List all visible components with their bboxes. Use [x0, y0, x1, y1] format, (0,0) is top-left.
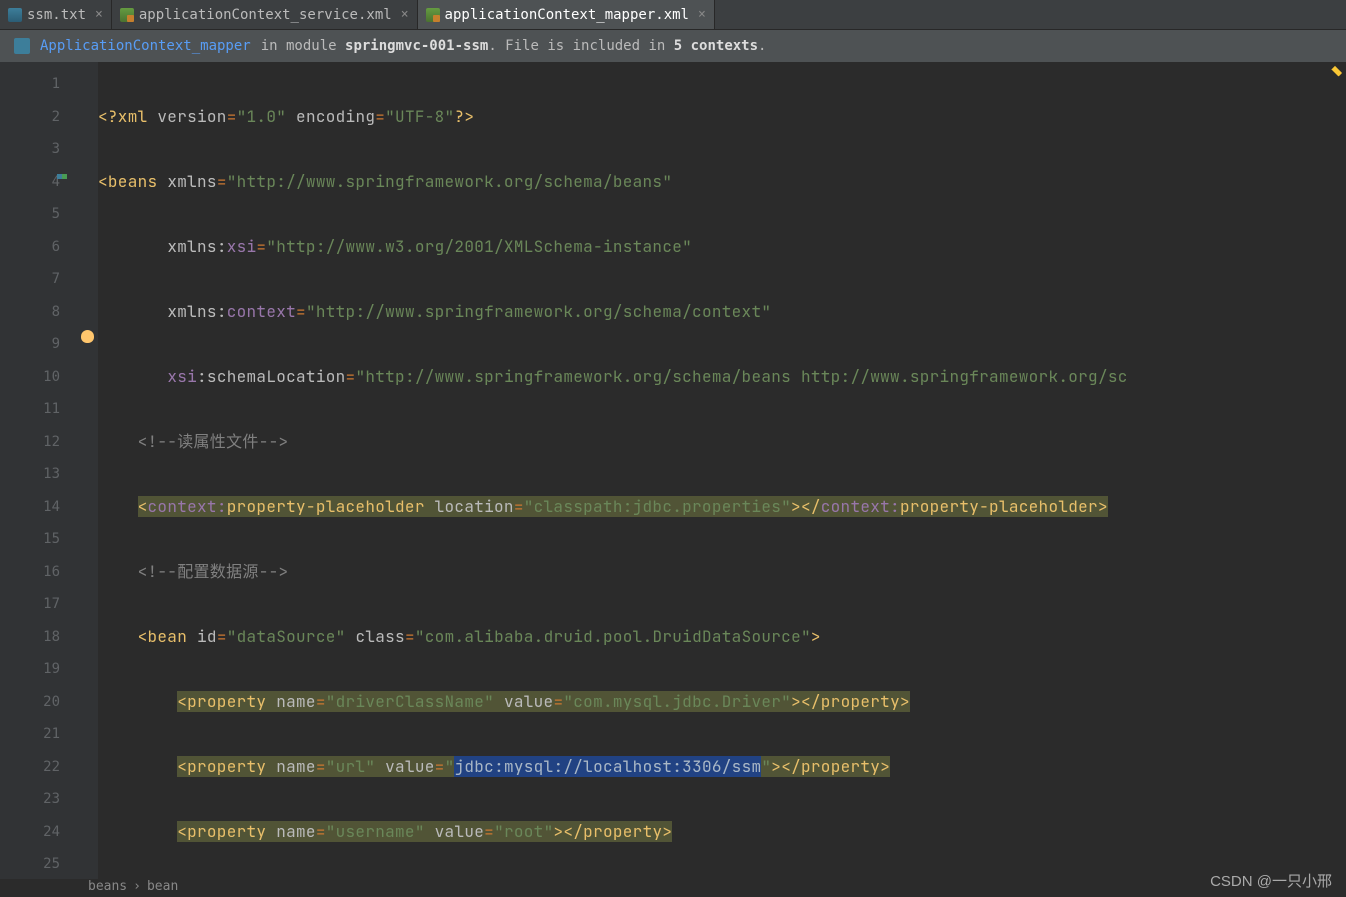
- tab-ssm-txt[interactable]: ssm.txt ×: [0, 0, 112, 29]
- watermark: CSDN @一只小邢: [1210, 870, 1332, 891]
- code-line: <context:property-placeholder location="…: [98, 491, 1346, 524]
- code-line: <property name="driverClassName" value="…: [98, 686, 1346, 719]
- code-line: <property name="username" value="root"><…: [98, 816, 1346, 849]
- gutter-icon-column: [78, 62, 98, 879]
- tab-mapper-xml[interactable]: applicationContext_mapper.xml ×: [418, 0, 715, 29]
- breadcrumb-item[interactable]: bean: [147, 879, 178, 894]
- code-line: xmlns:xsi="http://www.w3.org/2001/XMLSch…: [98, 231, 1346, 264]
- code-line: <!--配置数据源-->: [98, 556, 1346, 589]
- close-icon[interactable]: ×: [698, 7, 706, 22]
- banner-text: in module springmvc-001-ssm. File is inc…: [261, 38, 767, 54]
- close-icon[interactable]: ×: [401, 7, 409, 22]
- code-line: xmlns:context="http://www.springframewor…: [98, 296, 1346, 329]
- breadcrumb[interactable]: beans › bean: [78, 875, 178, 897]
- tab-service-xml[interactable]: applicationContext_service.xml ×: [112, 0, 418, 29]
- code-area[interactable]: <?xml version="1.0" encoding="UTF-8"?> <…: [98, 62, 1346, 879]
- close-icon[interactable]: ×: [95, 7, 103, 22]
- code-line: xsi:schemaLocation="http://www.springfra…: [98, 361, 1346, 394]
- intention-bulb-icon[interactable]: [81, 330, 94, 343]
- context-banner: ApplicationContext_mapper in module spri…: [0, 30, 1346, 62]
- code-line: <?xml version="1.0" encoding="UTF-8"?>: [98, 101, 1346, 134]
- breadcrumb-separator: ›: [133, 879, 141, 894]
- tab-label: applicationContext_mapper.xml: [445, 7, 689, 23]
- code-line: <beans xmlns="http://www.springframework…: [98, 166, 1346, 199]
- editor: 1234567891011121314151617181920212223242…: [0, 62, 1346, 879]
- text-file-icon: [8, 8, 22, 22]
- code-line: <bean id="dataSource" class="com.alibaba…: [98, 621, 1346, 654]
- tab-label: ssm.txt: [27, 7, 86, 23]
- line-number-gutter[interactable]: 1234567891011121314151617181920212223242…: [0, 62, 78, 879]
- code-line: <property name="url" value="jdbc:mysql:/…: [98, 751, 1346, 784]
- spring-xml-icon: [426, 8, 440, 22]
- namespace-icon: [14, 38, 30, 54]
- editor-tabs: ssm.txt × applicationContext_service.xml…: [0, 0, 1346, 30]
- context-link[interactable]: ApplicationContext_mapper: [40, 38, 251, 54]
- breadcrumb-item[interactable]: beans: [88, 879, 127, 894]
- spring-xml-icon: [120, 8, 134, 22]
- code-line: <!--读属性文件-->: [98, 426, 1346, 459]
- tab-label: applicationContext_service.xml: [139, 7, 392, 23]
- vcs-change-marker: [48, 174, 62, 188]
